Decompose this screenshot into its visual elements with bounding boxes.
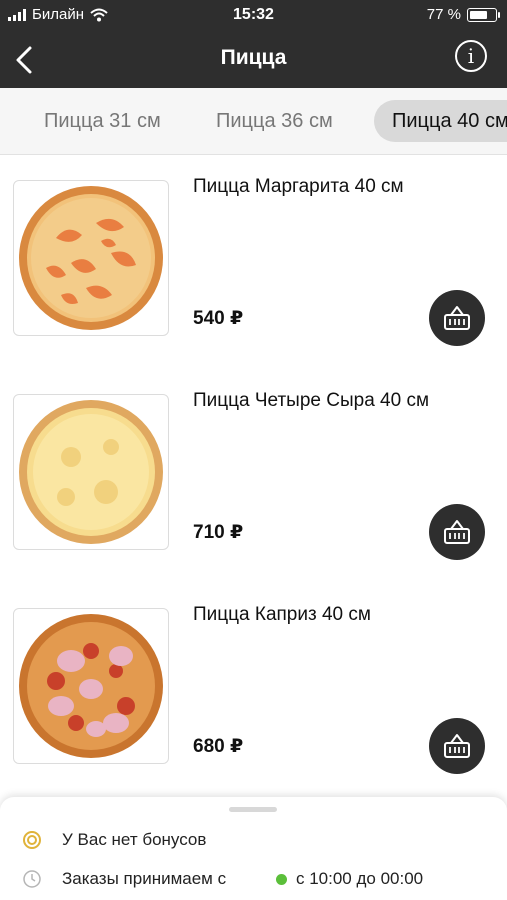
info-sheet[interactable]: У Вас нет бонусов Заказы принимаем с с 1… <box>0 797 507 900</box>
info-button[interactable]: i <box>455 40 487 72</box>
header: Билайн 15:32 77 % Пицца i <box>0 0 507 88</box>
product-price: 680 ₽ <box>193 736 244 757</box>
product-image-capricciosa[interactable] <box>13 608 169 764</box>
pizza-four-cheese-icon <box>19 400 163 544</box>
battery-percent: 77 % <box>426 6 461 23</box>
add-to-cart-button[interactable] <box>429 718 485 774</box>
basket-icon <box>444 734 470 758</box>
basket-icon <box>444 306 470 330</box>
orders-text: Заказы принимаем с <box>62 869 227 888</box>
pizza-margherita-icon <box>19 186 163 330</box>
add-to-cart-button[interactable] <box>429 504 485 560</box>
product-name: Пицца Каприз 40 см <box>193 604 371 625</box>
product-item[interactable]: Пицца Каприз 40 см 680 ₽ <box>0 582 507 796</box>
product-item[interactable]: Пицца Маргарита 40 см 540 ₽ <box>0 154 507 368</box>
product-name: Пицца Четыре Сыра 40 см <box>193 390 430 411</box>
open-status-dot <box>276 874 287 885</box>
sheet-grabber[interactable] <box>229 807 277 812</box>
product-name: Пицца Маргарита 40 см <box>193 176 404 197</box>
product-price: 710 ₽ <box>193 522 244 543</box>
basket-icon <box>444 520 470 544</box>
page-title: Пицца <box>220 46 287 69</box>
tab-pizza-40[interactable]: Пицца 40 см <box>374 100 507 142</box>
product-price: 540 ₽ <box>193 308 244 329</box>
working-hours: с 10:00 до 00:00 <box>296 869 424 888</box>
tab-pizza-31[interactable]: Пицца 31 см <box>44 100 161 142</box>
bonus-coin-icon <box>23 831 41 849</box>
clock-icon <box>23 870 41 888</box>
product-image-four-cheese[interactable] <box>13 394 169 550</box>
nav-bar: Пицца i <box>0 30 507 88</box>
hours-row: Заказы принимаем с с 10:00 до 00:00 <box>0 864 507 894</box>
battery-icon <box>467 7 500 22</box>
bonus-row: У Вас нет бонусов <box>0 825 507 855</box>
product-item[interactable]: Пицца Четыре Сыра 40 см 710 ₽ <box>0 368 507 582</box>
size-tabs: Пицца 31 см Пицца 36 см Пицца 40 см <box>0 88 507 155</box>
bonus-text: У Вас нет бонусов <box>62 830 207 849</box>
status-right: 77 % <box>426 6 500 23</box>
status-bar: Билайн 15:32 77 % <box>0 0 507 30</box>
info-icon: i <box>467 44 475 68</box>
tab-pizza-36[interactable]: Пицца 36 см <box>216 100 333 142</box>
product-image-margherita[interactable] <box>13 180 169 336</box>
pizza-capricciosa-icon <box>19 614 163 758</box>
add-to-cart-button[interactable] <box>429 290 485 346</box>
